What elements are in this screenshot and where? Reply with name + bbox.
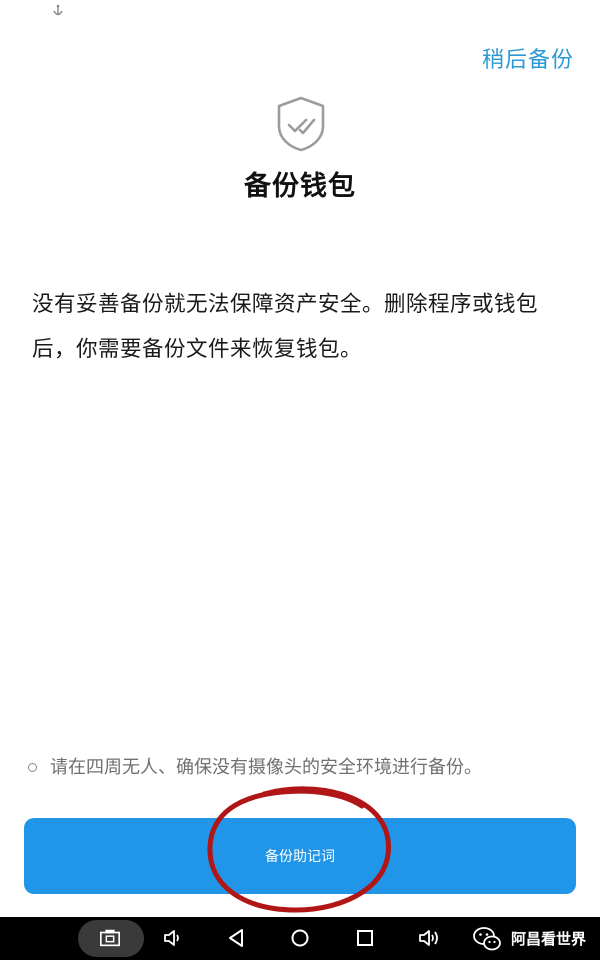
security-tip: 请在四周无人、确保没有摄像头的安全环境进行备份。 bbox=[28, 755, 588, 783]
watermark-text: 阿昌看世界 bbox=[510, 930, 586, 948]
screenshot-button[interactable] bbox=[78, 920, 144, 957]
page-title: 备份钱包 bbox=[244, 171, 356, 202]
back-icon[interactable] bbox=[226, 927, 248, 949]
tip-bullet-icon bbox=[28, 763, 37, 772]
wechat-logo-icon bbox=[473, 927, 501, 951]
recents-icon[interactable] bbox=[354, 927, 376, 949]
shield-check-icon bbox=[277, 96, 325, 152]
status-notification-icon bbox=[53, 4, 63, 16]
navigation-bar: 阿昌看世界 bbox=[0, 917, 600, 960]
tip-text: 请在四周无人、确保没有摄像头的安全环境进行备份。 bbox=[50, 757, 482, 778]
backup-description: 没有妥善备份就无法保障资产安全。删除程序或钱包后，你需要备份文件来恢复钱包。 bbox=[32, 292, 539, 362]
screenshot-icon bbox=[100, 929, 120, 947]
backup-mnemonic-button[interactable]: 备份助记词 bbox=[24, 818, 576, 894]
backup-later-link[interactable]: 稍后备份 bbox=[482, 42, 574, 74]
home-icon[interactable] bbox=[289, 927, 311, 949]
watermark: 阿昌看世界 bbox=[473, 925, 586, 953]
volume-down-icon[interactable] bbox=[162, 927, 184, 949]
volume-up-icon[interactable] bbox=[418, 927, 440, 949]
